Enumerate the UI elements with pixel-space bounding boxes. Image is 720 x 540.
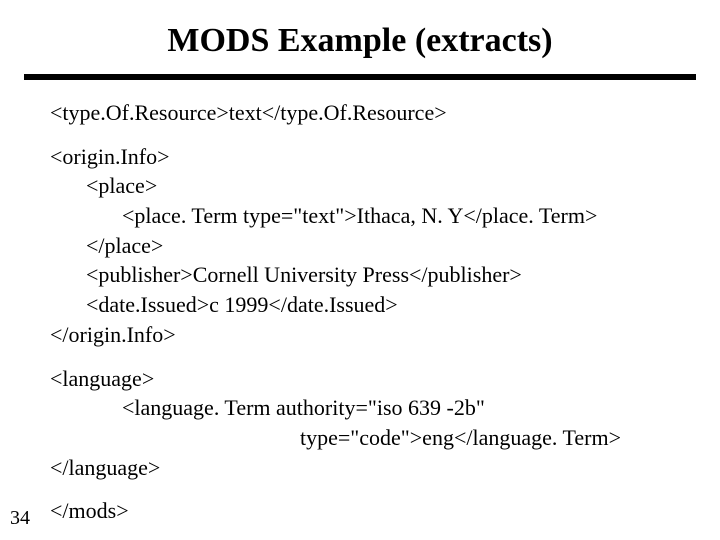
slide-content: <type.Of.Resource>text</type.Of.Resource… bbox=[0, 98, 720, 526]
slide-title: MODS Example (extracts) bbox=[0, 0, 720, 74]
slide: MODS Example (extracts) <type.Of.Resourc… bbox=[0, 0, 720, 540]
code-block-3: <language> <language. Term authority="is… bbox=[50, 364, 688, 483]
code-line: <type.Of.Resource>text</type.Of.Resource… bbox=[50, 98, 688, 128]
code-line: <place. Term type="text">Ithaca, N. Y</p… bbox=[50, 201, 688, 231]
code-line: <publisher>Cornell University Press</pub… bbox=[50, 260, 688, 290]
code-line: </language> bbox=[50, 453, 688, 483]
code-line: </place> bbox=[50, 231, 688, 261]
code-line: <place> bbox=[50, 171, 688, 201]
page-number: 34 bbox=[10, 507, 30, 530]
horizontal-rule bbox=[24, 74, 696, 80]
code-line: <language. Term authority="iso 639 -2b" bbox=[50, 393, 688, 423]
code-line: <language> bbox=[50, 364, 688, 394]
code-line: <origin.Info> bbox=[50, 142, 688, 172]
code-line: type="code">eng</language. Term> bbox=[50, 423, 688, 453]
code-line: </mods> bbox=[50, 496, 688, 526]
code-line: </origin.Info> bbox=[50, 320, 688, 350]
code-block-4: </mods> bbox=[50, 496, 688, 526]
code-line: <date.Issued>c 1999</date.Issued> bbox=[50, 290, 688, 320]
code-block-2: <origin.Info> <place> <place. Term type=… bbox=[50, 142, 688, 350]
code-block-1: <type.Of.Resource>text</type.Of.Resource… bbox=[50, 98, 688, 128]
